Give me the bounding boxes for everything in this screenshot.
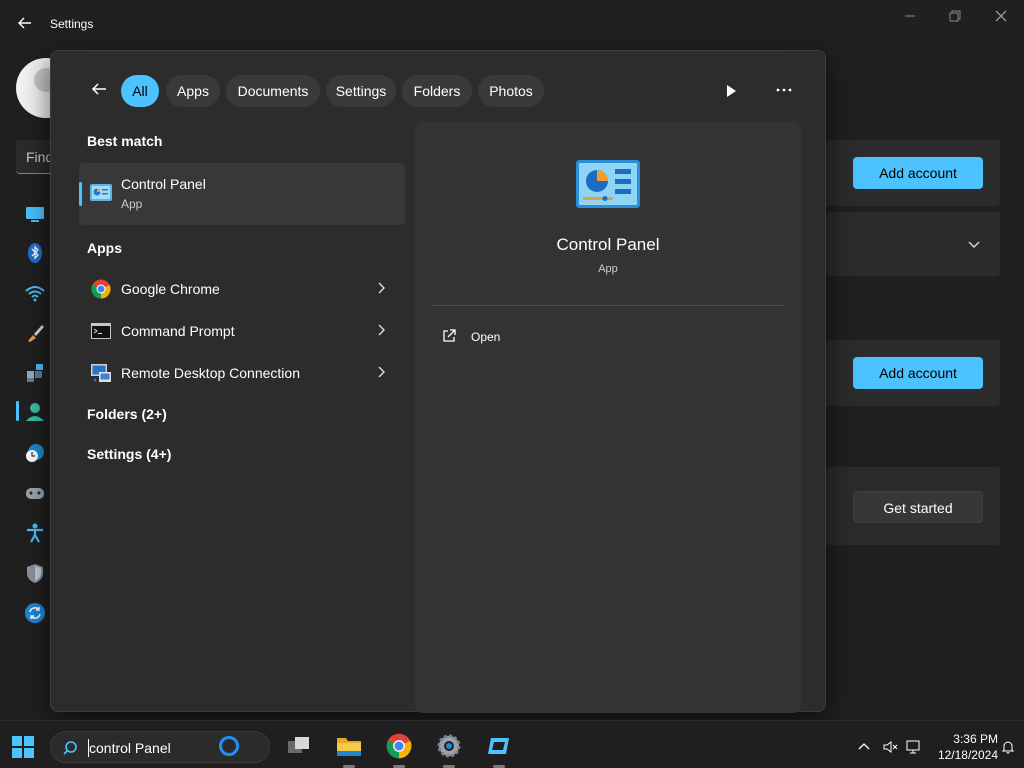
more-options-icon[interactable] (773, 79, 795, 101)
volume-muted-icon[interactable] (882, 739, 898, 755)
settings-heading[interactable]: Settings (4+) (87, 446, 171, 462)
system-icon[interactable] (24, 203, 46, 225)
back-arrow-icon[interactable] (89, 79, 111, 101)
apps-icon[interactable] (24, 362, 46, 384)
search-icon (62, 740, 78, 756)
remote-desktop-icon (91, 363, 111, 383)
preview-title: Control Panel (556, 235, 660, 254)
filter-chip-all[interactable]: All (121, 75, 159, 107)
windows-update-icon[interactable] (24, 602, 46, 624)
preview-subtitle: App (598, 263, 618, 275)
app-name: Remote Desktop Connection (121, 365, 300, 381)
get-started-button[interactable]: Get started (853, 491, 983, 523)
selection-indicator (79, 182, 82, 206)
system-clock[interactable]: 3:36 PM 12/18/2024 (918, 731, 998, 763)
settings-gear-icon[interactable] (436, 733, 462, 759)
chevron-down-icon[interactable] (966, 236, 982, 252)
app-name: Google Chrome (121, 281, 220, 297)
filter-chip-folders[interactable]: Folders (402, 75, 472, 107)
network-icon[interactable] (24, 282, 46, 304)
windows-start-icon[interactable] (12, 736, 34, 758)
window-title: Settings (50, 17, 94, 31)
control-panel-icon (575, 159, 641, 209)
chrome-icon[interactable] (386, 733, 412, 759)
apps-heading: Apps (87, 240, 122, 256)
filter-chip-documents[interactable]: Documents (226, 75, 320, 107)
best-match-result[interactable]: Control Panel App (79, 163, 405, 225)
clock-date: 12/18/2024 (937, 748, 998, 762)
search-panel: All Apps Documents Settings Folders Phot… (50, 50, 826, 713)
remote-app-icon[interactable] (486, 733, 512, 759)
chevron-right-icon[interactable] (375, 280, 387, 296)
file-explorer-icon[interactable] (336, 733, 362, 759)
command-prompt-icon (91, 321, 111, 341)
add-account-button[interactable]: Add account (853, 157, 983, 189)
notification-bell-icon[interactable] (1000, 739, 1016, 755)
clock-time: 3:36 PM (953, 732, 998, 746)
restore-icon[interactable] (947, 8, 963, 24)
best-match-type: App (121, 197, 143, 211)
best-match-name: Control Panel (121, 176, 206, 192)
accounts-icon[interactable] (24, 401, 46, 423)
back-arrow-icon[interactable] (16, 14, 34, 32)
chevron-right-icon[interactable] (375, 364, 387, 380)
time-language-icon[interactable] (24, 442, 46, 464)
privacy-security-icon[interactable] (24, 562, 46, 584)
app-result-remote-desktop[interactable]: Remote Desktop Connection (79, 353, 405, 393)
close-icon[interactable] (993, 8, 1009, 24)
result-preview-pane: Control Panel App Open (415, 121, 801, 713)
play-icon[interactable] (721, 81, 741, 101)
app-result-command-prompt[interactable]: Command Prompt (79, 311, 405, 351)
open-external-icon (441, 328, 457, 344)
text-caret (88, 739, 89, 757)
task-view-icon[interactable] (286, 733, 312, 759)
best-match-heading: Best match (87, 133, 163, 149)
divider (431, 305, 785, 306)
app-name: Command Prompt (121, 323, 235, 339)
control-panel-icon (89, 182, 113, 204)
app-result-chrome[interactable]: Google Chrome (79, 269, 405, 309)
folders-heading[interactable]: Folders (2+) (87, 406, 167, 422)
chrome-icon (91, 279, 111, 299)
taskbar-search-box[interactable]: control Panel (50, 731, 270, 763)
search-highlight-icon[interactable] (219, 736, 239, 756)
chevron-right-icon[interactable] (375, 322, 387, 338)
add-account-button[interactable]: Add account (853, 357, 983, 389)
filter-chip-photos[interactable]: Photos (478, 75, 544, 107)
chevron-up-icon[interactable] (856, 739, 872, 755)
filter-chip-settings[interactable]: Settings (326, 75, 396, 107)
accessibility-icon[interactable] (24, 522, 46, 544)
taskbar: control Panel 3:36 PM 12/18/2024 (0, 720, 1024, 768)
personalization-icon[interactable] (24, 322, 46, 344)
minimize-icon[interactable] (902, 8, 918, 24)
bluetooth-icon[interactable] (24, 242, 46, 264)
sidebar-selection-indicator (16, 401, 19, 421)
open-label: Open (471, 330, 501, 344)
open-action[interactable]: Open (441, 327, 641, 347)
search-query: control Panel (89, 740, 171, 756)
gaming-icon[interactable] (24, 482, 46, 504)
filter-chip-apps[interactable]: Apps (166, 75, 220, 107)
